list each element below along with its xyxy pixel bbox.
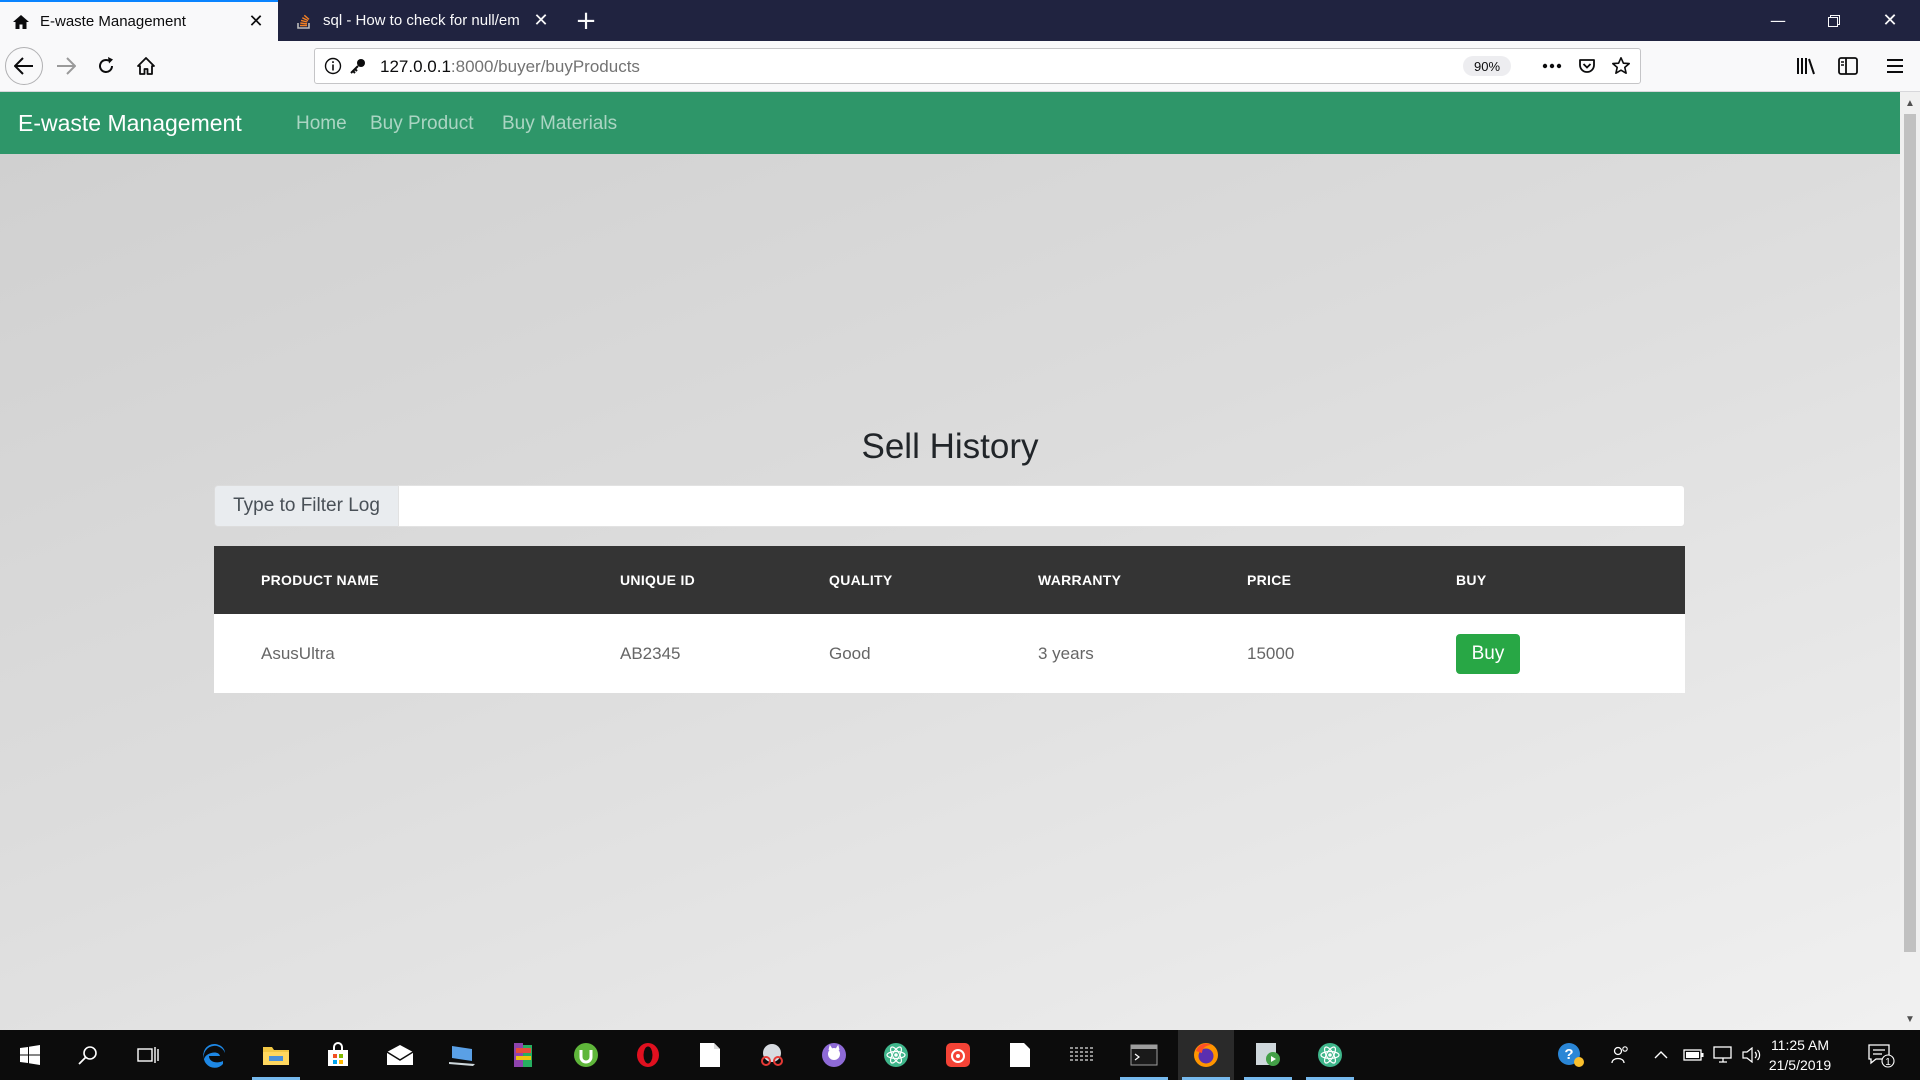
new-tab-button[interactable]: + <box>570 5 602 37</box>
tab-sql[interactable]: sql - How to check for null/em ✕ <box>283 0 563 41</box>
help-icon[interactable]: ? <box>1556 1043 1586 1067</box>
scroll-up-arrow[interactable]: ▲ <box>1900 94 1920 112</box>
cell-quality: Good <box>829 614 1038 693</box>
cell-price: 15000 <box>1247 614 1456 693</box>
cell-unique-id: AB2345 <box>620 614 829 693</box>
cell-buy: Buy <box>1456 614 1685 693</box>
minimize-button[interactable]: — <box>1750 0 1806 41</box>
navigation-toolbar: 127.0.0.1:8000/buyer/buyProducts 90% <box>0 41 1920 92</box>
page-title: Sell History <box>861 427 1039 466</box>
site-navbar: E-waste Management Home Buy Product Buy … <box>0 92 1900 154</box>
nav-link-buy-materials[interactable]: Buy Materials <box>502 113 617 135</box>
url-path: :8000/buyer/buyProducts <box>450 57 640 76</box>
pocket-icon[interactable] <box>1577 56 1597 76</box>
media-app-icon[interactable] <box>1240 1030 1296 1080</box>
windows-taskbar: ? 11:25 AM 21/5/2019 1 <box>0 1030 1920 1080</box>
url-bar[interactable]: 127.0.0.1:8000/buyer/buyProducts 90% <box>314 48 1641 84</box>
page-actions-icon[interactable] <box>1542 56 1562 76</box>
scroll-down-arrow[interactable]: ▼ <box>1900 1010 1920 1028</box>
forward-button[interactable] <box>47 47 85 85</box>
store-icon[interactable] <box>310 1030 366 1080</box>
table-header-row: PRODUCT NAME UNIQUE ID QUALITY WARRANTY … <box>214 546 1685 614</box>
nav-link-home[interactable]: Home <box>296 113 347 135</box>
zoom-indicator[interactable]: 90% <box>1463 56 1511 76</box>
stackoverflow-icon <box>295 12 313 30</box>
column-header-quality: QUALITY <box>829 546 1038 614</box>
vertical-scrollbar[interactable]: ▲ ▼ <box>1900 92 1920 1030</box>
document-icon[interactable] <box>682 1030 738 1080</box>
column-header-buy: BUY <box>1456 546 1685 614</box>
clock-time: 11:25 AM <box>1770 1037 1830 1053</box>
back-button[interactable] <box>5 47 43 85</box>
cell-product-name: AsusUltra <box>214 614 620 693</box>
winrar-icon[interactable] <box>496 1030 552 1080</box>
laptop-app-icon[interactable] <box>434 1030 490 1080</box>
svg-text:?: ? <box>1564 1046 1573 1063</box>
firefox-icon[interactable] <box>1178 1030 1234 1080</box>
tab-ewaste[interactable]: E-waste Management ✕ <box>0 0 278 41</box>
chevron-up-icon[interactable] <box>1652 1043 1670 1067</box>
search-icon[interactable] <box>60 1030 116 1080</box>
close-tab-icon[interactable]: ✕ <box>244 10 268 34</box>
sidebar-icon[interactable] <box>1836 54 1860 78</box>
library-icon[interactable] <box>1795 54 1819 78</box>
pubg-icon[interactable] <box>1054 1030 1110 1080</box>
windows-logo-icon <box>20 1045 40 1065</box>
atom-icon[interactable] <box>868 1030 924 1080</box>
key-icon[interactable] <box>348 56 368 76</box>
column-header-price: PRICE <box>1247 546 1456 614</box>
terminal-icon[interactable] <box>1116 1030 1172 1080</box>
site-brand[interactable]: E-waste Management <box>18 110 242 137</box>
column-header-warranty: WARRANTY <box>1038 546 1247 614</box>
filter-input[interactable] <box>398 485 1685 527</box>
cell-warranty: 3 years <box>1038 614 1247 693</box>
url-host: 127.0.0.1 <box>380 57 451 76</box>
column-header-unique-id: UNIQUE ID <box>620 546 829 614</box>
clock-date: 21/5/2019 <box>1768 1057 1832 1073</box>
home-icon <box>12 13 30 31</box>
start-button[interactable] <box>2 1030 58 1080</box>
home-button[interactable] <box>127 47 165 85</box>
bookmark-star-icon[interactable] <box>1611 56 1631 76</box>
people-icon[interactable] <box>1608 1043 1632 1067</box>
close-tab-icon[interactable]: ✕ <box>529 9 553 33</box>
url-text[interactable]: 127.0.0.1:8000/buyer/buyProducts <box>380 57 640 77</box>
menu-icon[interactable] <box>1883 54 1907 78</box>
info-icon[interactable] <box>323 56 343 76</box>
blank-document-icon[interactable] <box>992 1030 1048 1080</box>
recorder-icon[interactable] <box>930 1030 986 1080</box>
reload-button[interactable] <box>87 47 125 85</box>
battery-icon[interactable] <box>1682 1043 1706 1067</box>
web-content: E-waste Management Home Buy Product Buy … <box>0 92 1900 1030</box>
snipping-tool-icon[interactable] <box>744 1030 800 1080</box>
file-explorer-icon[interactable] <box>248 1030 304 1080</box>
utorrent-icon[interactable] <box>558 1030 614 1080</box>
network-icon[interactable] <box>1712 1043 1736 1067</box>
tab-title: sql - How to check for null/em <box>323 12 520 29</box>
taskbar-clock[interactable]: 11:25 AM 21/5/2019 <box>1760 1035 1840 1075</box>
task-view-icon[interactable] <box>120 1030 176 1080</box>
edge-icon[interactable] <box>186 1030 242 1080</box>
notification-count: 1 <box>1885 1057 1891 1068</box>
opera-icon[interactable] <box>620 1030 676 1080</box>
filter-label: Type to Filter Log <box>214 485 399 527</box>
restore-button[interactable] <box>1806 0 1862 41</box>
filter-input-group: Type to Filter Log <box>214 485 1685 527</box>
nav-link-buy-product[interactable]: Buy Product <box>370 113 474 135</box>
atom-running-icon[interactable] <box>1302 1030 1358 1080</box>
mail-icon[interactable] <box>372 1030 428 1080</box>
sell-history-table: PRODUCT NAME UNIQUE ID QUALITY WARRANTY … <box>214 546 1685 693</box>
tab-title: E-waste Management <box>40 13 186 30</box>
table-row: AsusUltra AB2345 Good 3 years 15000 Buy <box>214 614 1685 693</box>
scroll-thumb[interactable] <box>1904 114 1916 952</box>
column-header-product-name: PRODUCT NAME <box>214 546 620 614</box>
buy-button[interactable]: Buy <box>1456 633 1520 674</box>
close-window-button[interactable]: ✕ <box>1862 0 1918 41</box>
action-center-icon[interactable]: 1 <box>1866 1043 1896 1068</box>
github-icon[interactable] <box>806 1030 862 1080</box>
tab-bar: E-waste Management ✕ sql - How to check … <box>0 0 1920 41</box>
